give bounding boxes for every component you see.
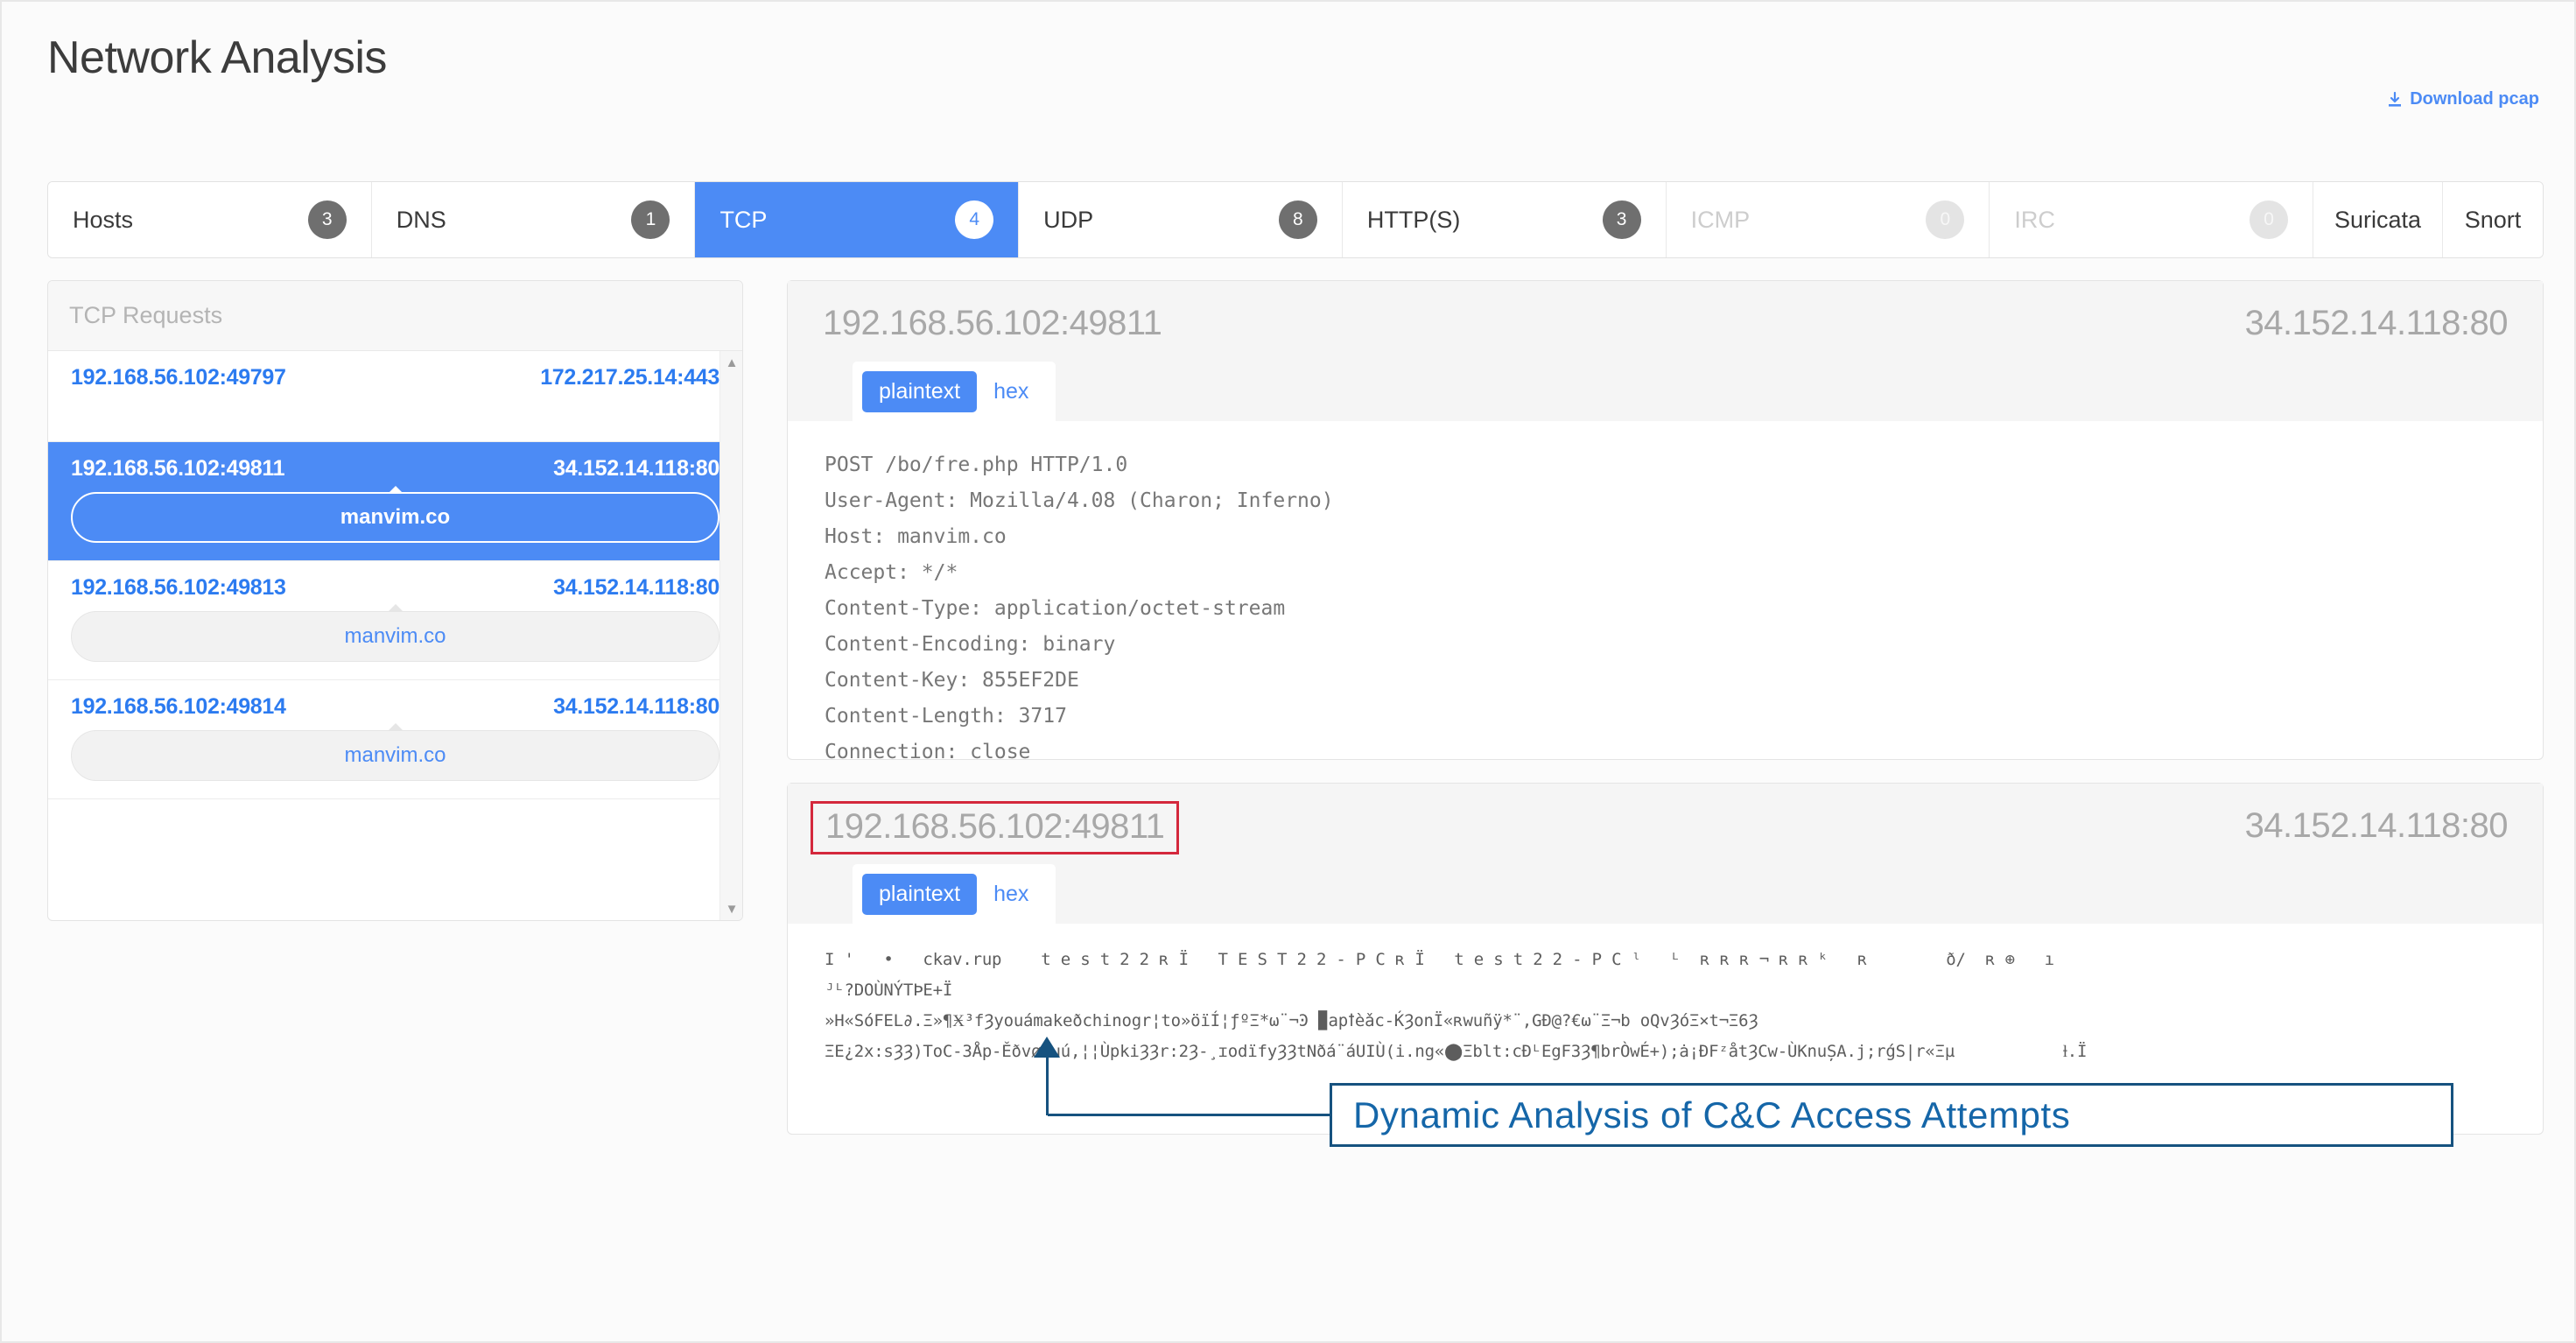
stream-detail-panel: 192.168.56.102:49811 34.152.14.118:80 plai… <box>787 280 2544 1322</box>
tcp-request-endpoints: 192.168.56.102:49814 34.152.14.118:80 <box>71 694 719 720</box>
download-icon <box>2389 91 2402 107</box>
tcp-request-domain-chip[interactable]: manvim.co <box>71 486 719 543</box>
protocol-tabbar: Hosts 3 DNS 1 TCP 4 UDP 8 HTTP(S) 3 ICMP 0 IRC 0 Suric… <box>47 181 2544 258</box>
tab-tcp[interactable]: TCP 4 <box>695 182 1020 257</box>
annotation-leader-horizontal <box>1048 1114 1332 1116</box>
download-pcap-label: Download pcap <box>2410 89 2539 109</box>
tab-count-badge: 3 <box>307 200 347 239</box>
tab-http-s[interactable]: HTTP(S) 3 <box>1342 182 1667 257</box>
tab-label: ICMP <box>1690 206 1751 233</box>
tcp-request-domain-chip[interactable]: manvim.co <box>71 723 719 781</box>
tcp-request-source: 192.168.56.102:49797 <box>71 365 286 390</box>
tcp-request-domain-chip[interactable]: manvim.co <box>71 604 719 662</box>
tcp-request-domain-label: manvim.co <box>344 743 446 767</box>
tcp-request-source: 192.168.56.102:49811 <box>71 456 285 481</box>
tcp-request-list: 192.168.56.102:49797 172.217.25.14:443 192… <box>48 351 742 920</box>
format-tab-hex[interactable]: hex <box>977 874 1045 915</box>
tcp-request-destination: 172.217.25.14:443 <box>540 365 719 390</box>
tcp-request-destination: 34.152.14.118:80 <box>553 456 719 481</box>
stream-source-ip: 192.168.56.102:49811 <box>823 304 1162 342</box>
stream-format-tabs: plaintext hex <box>853 864 1056 925</box>
tab-icmp[interactable]: ICMP 0 <box>1666 182 1990 257</box>
tcp-request-destination: 34.152.14.118:80 <box>553 694 719 719</box>
stream-format-tabs: plaintext hex <box>853 362 1056 422</box>
stream-destination-ip: 34.152.14.118:80 <box>2244 304 2509 342</box>
annotation-callout: Dynamic Analysis of C&C Access Attempts <box>1330 1083 2453 1147</box>
tab-label: DNS <box>396 206 446 233</box>
tab-count-badge: 0 <box>2250 200 2289 239</box>
page-title: Network Analysis <box>47 32 387 83</box>
format-tab-plaintext[interactable]: plaintext <box>862 371 978 412</box>
tab-label: IRC <box>2014 206 2055 233</box>
tab-label: Suricata <box>2334 206 2422 233</box>
tcp-request-item[interactable]: 192.168.56.102:49811 34.152.14.118:80 manv… <box>48 442 742 561</box>
stream-header: 192.168.56.102:49811 34.152.14.118:80 plai… <box>788 281 2543 422</box>
tab-snort[interactable]: Snort <box>2443 182 2543 257</box>
tab-udp[interactable]: UDP 8 <box>1019 182 1343 257</box>
annotation-leader-vertical <box>1046 1052 1049 1115</box>
tab-count-badge: 0 <box>1926 200 1965 239</box>
tab-irc[interactable]: IRC 0 <box>1990 182 2314 257</box>
tcp-request-endpoints: 192.168.56.102:49813 34.152.14.118:80 <box>71 575 719 601</box>
tab-count-badge: 3 <box>1602 200 1641 239</box>
tab-count-badge: 4 <box>955 200 994 239</box>
tab-label: HTTP(S) <box>1366 206 1461 233</box>
stream-source-ip: 192.168.56.102:49811 <box>811 801 1180 854</box>
tab-label: UDP <box>1043 206 1094 233</box>
format-tab-plaintext[interactable]: plaintext <box>862 874 978 915</box>
sidebar-title: TCP Requests <box>48 281 742 351</box>
tcp-request-endpoints: 192.168.56.102:49811 34.152.14.118:80 <box>71 456 719 482</box>
tcp-request-domain-label: manvim.co <box>344 624 446 648</box>
tcp-request-destination: 34.152.14.118:80 <box>553 575 719 600</box>
tcp-request-item[interactable]: 192.168.56.102:49797 172.217.25.14:443 <box>48 351 742 442</box>
tcp-request-source: 192.168.56.102:49814 <box>71 694 286 719</box>
tcp-request-domain-label: manvim.co <box>340 505 451 529</box>
caret-up-icon <box>387 723 404 731</box>
tab-count-badge: 1 <box>631 200 670 239</box>
sidebar-scrollbar[interactable]: ▲ ▼ <box>719 351 742 920</box>
tcp-request-item[interactable]: 192.168.56.102:49813 34.152.14.118:80 manv… <box>48 561 742 680</box>
tab-label: TCP <box>719 206 768 233</box>
tcp-requests-sidebar: TCP Requests 192.168.56.102:49797 172.217… <box>47 280 743 921</box>
tcp-request-source: 192.168.56.102:49813 <box>71 575 286 600</box>
annotation-text: Dynamic Analysis of C&C Access Attempts <box>1353 1093 2071 1136</box>
chevron-up-icon[interactable]: ▲ <box>720 351 742 374</box>
caret-up-icon <box>387 604 404 612</box>
format-tab-hex[interactable]: hex <box>977 371 1045 412</box>
analysis-content: TCP Requests 192.168.56.102:49797 172.217… <box>47 280 2544 1322</box>
tab-hosts[interactable]: Hosts 3 <box>48 182 372 257</box>
stream-endpoints: 192.168.56.102:49811 34.152.14.118:80 <box>811 801 2509 854</box>
tab-suricata[interactable]: Suricata <box>2313 182 2444 257</box>
tab-label: Snort <box>2464 206 2522 233</box>
download-pcap-link[interactable]: Download pcap <box>2386 89 2539 109</box>
tcp-stream-card: 192.168.56.102:49811 34.152.14.118:80 plai… <box>787 280 2544 760</box>
tcp-request-item[interactable]: 192.168.56.102:49814 34.152.14.118:80 manv… <box>48 680 742 799</box>
tab-dns[interactable]: DNS 1 <box>371 182 696 257</box>
tcp-request-endpoints: 192.168.56.102:49797 172.217.25.14:443 <box>71 365 719 390</box>
stream-destination-ip: 34.152.14.118:80 <box>2244 806 2509 845</box>
caret-up-icon <box>387 486 404 494</box>
tab-label: Hosts <box>73 206 134 233</box>
stream-endpoints: 192.168.56.102:49811 34.152.14.118:80 <box>823 304 2509 343</box>
network-analysis-page: Network Analysis Download pcap Hosts 3 DNS… <box>0 0 2576 1343</box>
tab-count-badge: 8 <box>1278 200 1317 239</box>
chevron-down-icon[interactable]: ▼ <box>720 897 742 920</box>
stream-header: 192.168.56.102:49811 34.152.14.118:80 plai… <box>788 784 2543 925</box>
tcp-stream-card: 192.168.56.102:49811 34.152.14.118:80 plai… <box>787 783 2544 1135</box>
stream-payload-text: POST /bo/fre.php HTTP/1.0 User-Agent: Mo… <box>825 454 1334 759</box>
